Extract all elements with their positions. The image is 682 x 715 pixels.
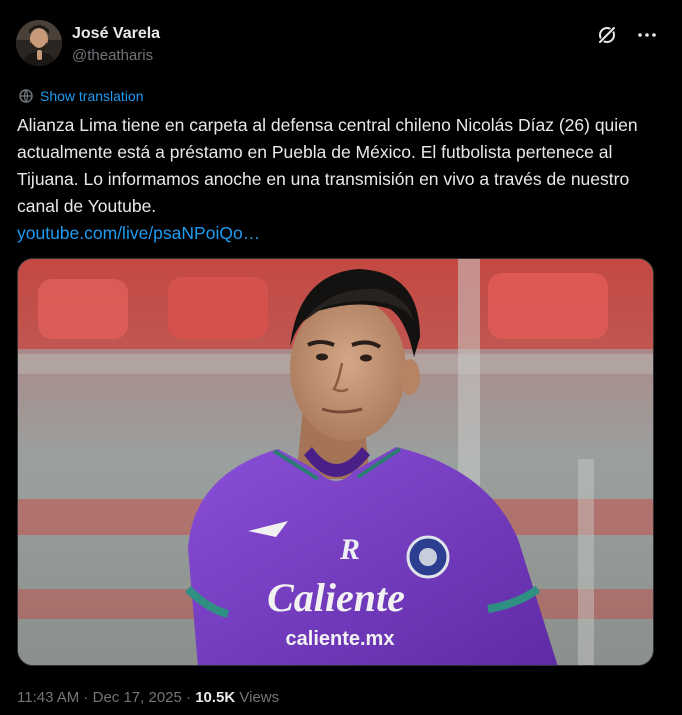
tweet-date[interactable]: Dec 17, 2025 bbox=[93, 689, 182, 706]
views-count: 10.5K bbox=[195, 689, 236, 706]
tweet-meta: 11:43 AM · Dec 17, 2025 · 10.5K Views bbox=[17, 688, 279, 708]
tweet-body: Alianza Lima tiene en carpeta al defensa… bbox=[17, 115, 643, 216]
meta-separator: · bbox=[181, 689, 196, 706]
meta-separator: · bbox=[79, 689, 93, 706]
jersey-sponsor-text: Caliente bbox=[267, 575, 405, 620]
tweet-media-image[interactable]: Caliente caliente.mx R bbox=[17, 258, 654, 666]
author-handle[interactable]: @theatharis bbox=[72, 46, 160, 66]
author-name[interactable]: José Varela bbox=[72, 24, 160, 44]
tweet-text: Alianza Lima tiene en carpeta al defensa… bbox=[17, 112, 657, 247]
globe-icon bbox=[19, 89, 33, 103]
show-translation-button[interactable]: Show translation bbox=[18, 86, 144, 106]
more-options-icon[interactable] bbox=[636, 24, 658, 46]
tweet-header: José Varela @theatharis bbox=[16, 20, 666, 68]
show-translation-label: Show translation bbox=[40, 88, 144, 104]
grok-icon[interactable] bbox=[596, 24, 618, 46]
avatar[interactable] bbox=[16, 20, 62, 66]
player-photo: Caliente caliente.mx R bbox=[18, 259, 653, 665]
tweet-time[interactable]: 11:43 AM bbox=[17, 689, 79, 706]
jersey-crest-letter: R bbox=[339, 533, 360, 566]
views-label: Views bbox=[235, 689, 280, 706]
jersey-sponsor-url-text: caliente.mx bbox=[286, 628, 395, 650]
tweet-link[interactable]: youtube.com/live/psaNPoiQo… bbox=[17, 223, 260, 243]
